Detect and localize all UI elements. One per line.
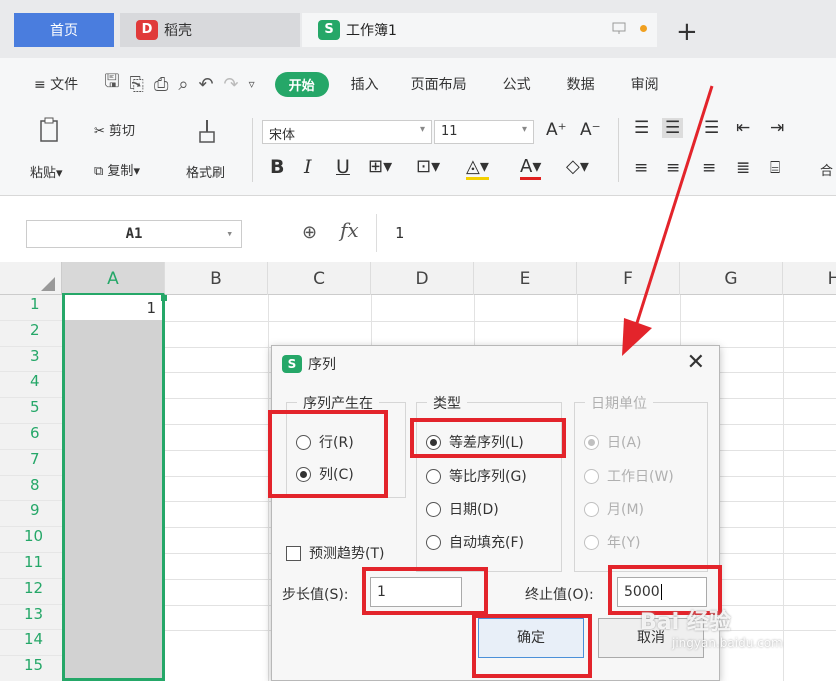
annotation-arrow-icon <box>622 85 714 356</box>
baidu-watermark-url: jingyan.baidu.com <box>672 636 783 650</box>
baidu-watermark: Bai 经验 <box>640 610 731 635</box>
